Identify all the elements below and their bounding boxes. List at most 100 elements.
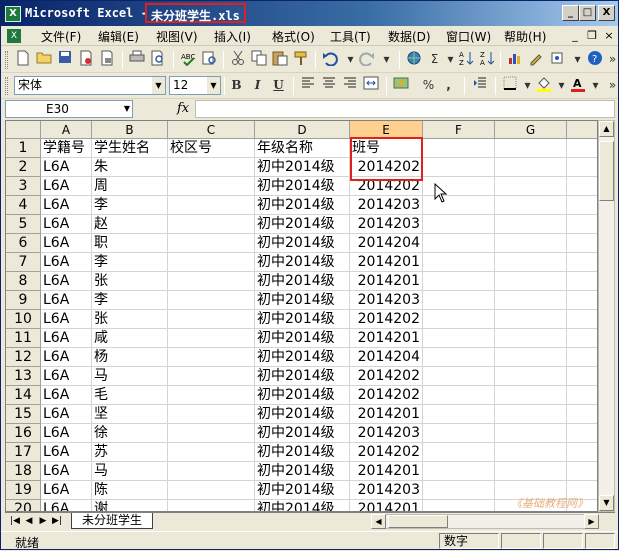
cell-empty[interactable] [567,234,597,253]
font-name-select[interactable]: 宋体 ▼ [14,76,166,95]
cell-d[interactable]: 初中2014级 [255,462,350,481]
menu-tools[interactable]: 工具(T) [328,28,373,45]
cell-b[interactable]: 李 [92,253,168,272]
column-header-g[interactable]: G [495,121,567,139]
cell-empty[interactable] [423,481,495,500]
vertical-scrollbar[interactable]: ▲ ▼ [598,120,615,512]
worksheet-grid[interactable]: A B C D E F G 1 学籍号 学生姓名 校区号 年级名称 班号 2 L6A 朱初中20… [5,120,598,512]
drawing-icon[interactable] [526,50,545,69]
last-sheet-icon[interactable]: ▶| [51,514,63,528]
scroll-up-icon[interactable]: ▲ [599,121,614,137]
cell-empty[interactable] [495,196,567,215]
cell-d[interactable]: 初中2014级 [255,215,350,234]
cell-c[interactable] [168,386,255,405]
cell-empty[interactable] [495,215,567,234]
cell-empty[interactable] [495,253,567,272]
cell-empty[interactable] [495,329,567,348]
comma-icon[interactable]: , [439,76,458,95]
cell-d[interactable]: 初中2014级 [255,348,350,367]
menu-data[interactable]: 数据(D) [386,28,433,45]
menu-file[interactable]: 文件(F) [39,28,83,45]
workbook-close-button[interactable]: × [602,30,616,43]
row-header[interactable]: 17 [6,443,41,462]
cell-c[interactable] [168,329,255,348]
align-right-icon[interactable] [340,76,359,95]
merge-center-icon[interactable] [361,76,380,95]
row-header[interactable]: 19 [6,481,41,500]
cell-empty[interactable] [495,386,567,405]
menu-window[interactable]: 窗口(W) [444,28,493,45]
column-header-a[interactable]: A [41,121,92,139]
row-header[interactable]: 15 [6,405,41,424]
row-header[interactable]: 5 [6,215,41,234]
cell-b[interactable]: 徐 [92,424,168,443]
sheet-tab-active[interactable]: 未分班学生 [71,513,153,529]
cell-empty[interactable] [567,310,597,329]
toolbar-options-icon[interactable]: » [603,76,619,95]
scroll-right-icon[interactable]: ▶ [584,514,599,529]
zoom-icon[interactable] [547,50,566,69]
toolbar-options-icon[interactable]: » [603,50,619,69]
cell-d[interactable]: 初中2014级 [255,158,350,177]
cell-e[interactable]: 2014203 [350,215,423,234]
row-header[interactable]: 14 [6,386,41,405]
cell-empty[interactable] [423,443,495,462]
cell-empty[interactable] [495,291,567,310]
percent-icon[interactable]: % [419,76,438,95]
fill-color-icon[interactable] [534,76,553,95]
cell-empty[interactable] [495,405,567,424]
cell-b[interactable]: 李 [92,196,168,215]
cell-empty[interactable] [423,462,495,481]
column-header-b[interactable]: B [92,121,168,139]
cell-e[interactable]: 2014201 [350,272,423,291]
cell-empty[interactable] [423,500,495,511]
borders-icon[interactable] [500,76,519,95]
cell-c[interactable] [168,424,255,443]
cell-d[interactable]: 初中2014级 [255,196,350,215]
cell-empty[interactable] [567,348,597,367]
workbook-icon[interactable]: X [7,29,21,43]
insert-function-icon[interactable]: fx [177,101,189,116]
row-header[interactable]: 3 [6,177,41,196]
row-header[interactable]: 20 [6,500,41,511]
cell-b[interactable]: 咸 [92,329,168,348]
cell-empty[interactable] [567,139,597,158]
hyperlink-icon[interactable] [404,50,423,69]
column-header-f[interactable]: F [423,121,495,139]
scroll-left-icon[interactable]: ◀ [371,514,386,529]
cell-a[interactable]: L6A [41,158,92,177]
cell-a[interactable]: L6A [41,253,92,272]
cell-d[interactable]: 初中2014级 [255,424,350,443]
cell-c[interactable]: 校区号 [168,139,255,158]
column-header-d[interactable]: D [255,121,350,139]
previous-sheet-icon[interactable]: ◀ [23,514,35,528]
print-icon[interactable] [127,50,146,69]
cell-c[interactable] [168,310,255,329]
toolbar-grip[interactable] [5,51,8,69]
cell-b[interactable]: 朱 [92,158,168,177]
cell-b[interactable]: 谢 [92,500,168,511]
cell-e[interactable]: 2014203 [350,424,423,443]
cell-e[interactable]: 2014202 [350,158,423,177]
cell-e[interactable]: 2014202 [350,386,423,405]
cell-empty[interactable] [423,215,495,234]
cell-a[interactable]: L6A [41,500,92,511]
cell-a[interactable]: L6A [41,329,92,348]
cell-d[interactable]: 初中2014级 [255,443,350,462]
cell-a[interactable]: L6A [41,386,92,405]
cell-empty[interactable] [567,215,597,234]
row-header[interactable]: 6 [6,234,41,253]
cell-empty[interactable] [423,158,495,177]
row-header[interactable]: 2 [6,158,41,177]
formula-input[interactable] [195,100,615,118]
cell-c[interactable] [168,367,255,386]
cell-empty[interactable] [423,424,495,443]
cell-b[interactable]: 陈 [92,481,168,500]
select-all-button[interactable] [6,121,41,139]
menu-edit[interactable]: 编辑(E) [96,28,141,45]
permission-icon[interactable] [76,50,95,69]
cell-b[interactable]: 马 [92,462,168,481]
align-left-icon[interactable] [298,76,317,95]
menu-view[interactable]: 视图(V) [154,28,200,45]
cell-e[interactable]: 2014203 [350,196,423,215]
